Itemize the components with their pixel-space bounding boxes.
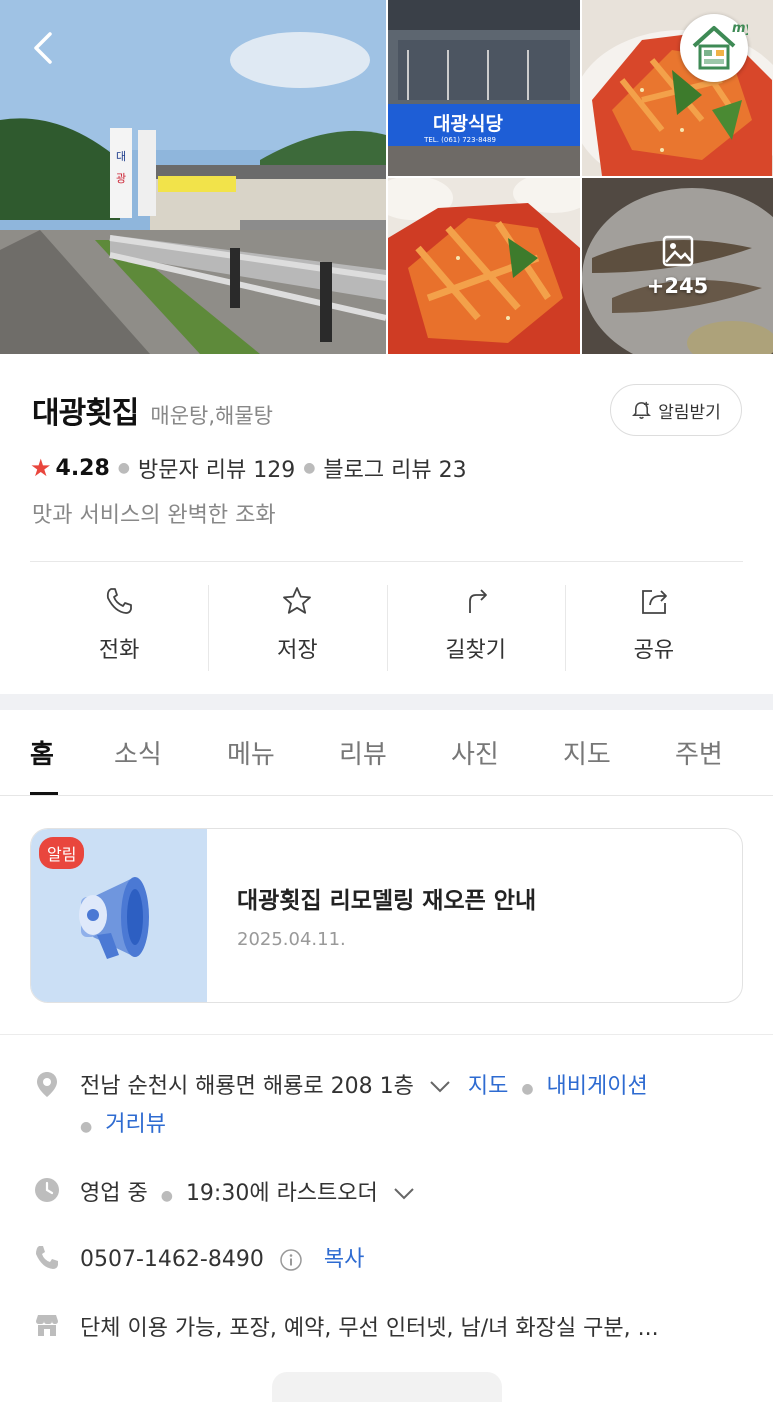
save-label: 저장: [277, 638, 318, 663]
amenities-text: 단체 이용 가능, 포장, 예약, 무선 인터넷, 남/녀 화장실 구분, ..…: [80, 1316, 659, 1341]
notice-thumbnail: 알림: [31, 829, 207, 1002]
tab-map[interactable]: 지도: [563, 734, 611, 771]
address-row-cont: ● 거리뷰: [80, 1112, 166, 1137]
tab-reviews[interactable]: 리뷰: [339, 734, 387, 771]
sign-phone-text: TEL. (061) 723-8489: [423, 136, 496, 144]
last-order-text: 19:30에 라스트오더: [185, 1181, 378, 1206]
section-gap: [0, 694, 773, 710]
directions-button[interactable]: 길찾기: [386, 585, 565, 671]
more-photos-overlay[interactable]: +245: [582, 178, 773, 354]
notice-card[interactable]: 알림 대광횟집 리모델링 재오픈 안내 2025.04.11.: [30, 828, 743, 1003]
bell-plus-icon: [632, 401, 652, 419]
call-button[interactable]: 전화: [30, 585, 208, 671]
chevron-down-icon[interactable]: [429, 1080, 451, 1094]
directions-icon: [468, 589, 487, 613]
image-icon: [662, 235, 693, 267]
tab-bar: 홈 소식 메뉴 리뷰 사진 지도 주변: [0, 710, 773, 796]
notice-badge: 알림: [39, 837, 85, 869]
street-view-link[interactable]: 거리뷰: [105, 1112, 166, 1137]
tab-news[interactable]: 소식: [114, 734, 162, 771]
phone-number: 0507-1462-8490: [80, 1247, 264, 1272]
navigation-link[interactable]: 내비게이션: [547, 1074, 648, 1099]
phone-icon: [107, 588, 133, 614]
place-tagline: 맛과 서비스의 완벽한 조화: [32, 503, 276, 528]
call-label: 전화: [98, 638, 140, 663]
business-status: 영업 중: [80, 1181, 148, 1206]
phone-row: 0507-1462-8490 복사: [80, 1241, 364, 1273]
tab-home[interactable]: 홈: [30, 734, 54, 771]
action-bar: 전화 저장 길찾기 공유: [30, 585, 743, 671]
place-name: 대광횟집: [32, 396, 139, 431]
hours-row: 영업 중 ● 19:30에 라스트오더: [80, 1175, 415, 1207]
share-label: 공유: [633, 638, 675, 663]
gallery-photo-food-closeup[interactable]: [388, 178, 580, 354]
active-tab-indicator: [30, 792, 58, 795]
notice-title: 대광횟집 리모델링 재오픈 안내: [237, 888, 537, 914]
place-category: 매운탕,해물탕: [150, 404, 274, 428]
my-home-badge[interactable]: my: [680, 14, 755, 82]
tab-photos[interactable]: 사진: [451, 734, 499, 771]
star-rating-icon: ★: [30, 454, 52, 482]
alarm-subscribe-label: 알림받기: [658, 402, 721, 423]
alarm-subscribe-button[interactable]: 알림받기: [610, 384, 742, 436]
divider: [30, 561, 743, 562]
info-circle-icon[interactable]: [279, 1248, 303, 1272]
gallery-photo-sign[interactable]: 대광식당 TEL. (061) 723-8489: [388, 0, 580, 176]
share-button[interactable]: 공유: [564, 585, 743, 671]
address-text: 전남 순천시 해룡면 해룡로 208 1층: [80, 1074, 414, 1099]
share-icon: [641, 590, 667, 614]
svg-text:my: my: [732, 21, 748, 36]
back-button[interactable]: [24, 28, 64, 68]
photo-gallery: 대 광 대광식당 TEL. (061) 723-8489 m +245: [0, 0, 773, 354]
bottom-handle: [272, 1372, 502, 1402]
place-header: 대광횟집 매운탕,해물탕: [32, 388, 273, 432]
tab-nearby[interactable]: 주변: [675, 734, 723, 771]
divider: [0, 1034, 773, 1035]
store-icon: [36, 1315, 58, 1336]
address-row: 전남 순천시 해룡면 해룡로 208 1층 지도 ● 내비게이션: [80, 1074, 648, 1099]
chevron-down-icon[interactable]: [393, 1187, 415, 1201]
amenities-row[interactable]: 단체 이용 가능, 포장, 예약, 무선 인터넷, 남/녀 화장실 구분, ..…: [80, 1310, 659, 1342]
location-pin-icon: [37, 1072, 57, 1097]
visitor-reviews-link[interactable]: 방문자 리뷰 129: [138, 452, 295, 484]
star-icon: [283, 587, 312, 614]
phone-fill-icon: [36, 1246, 58, 1269]
directions-label: 길찾기: [445, 638, 506, 663]
copy-phone-link[interactable]: 복사: [324, 1247, 364, 1272]
more-photos-count: +245: [646, 274, 709, 298]
roadside-sign-text: 대: [116, 150, 126, 163]
blog-reviews-link[interactable]: 블로그 리뷰 23: [323, 452, 466, 484]
save-button[interactable]: 저장: [208, 585, 386, 671]
my-house-icon: my: [692, 21, 755, 70]
svg-text:광: 광: [116, 172, 126, 185]
sign-name-text: 대광식당: [433, 113, 503, 135]
notice-date: 2025.04.11.: [237, 929, 346, 950]
rating-score: 4.28: [55, 455, 110, 481]
chevron-left-icon: [34, 32, 52, 64]
clock-icon: [35, 1178, 59, 1202]
tab-menu[interactable]: 메뉴: [227, 734, 275, 771]
rating-row: ★ 4.28 ● 방문자 리뷰 129 ● 블로그 리뷰 23: [30, 452, 467, 484]
map-link[interactable]: 지도: [468, 1074, 508, 1099]
